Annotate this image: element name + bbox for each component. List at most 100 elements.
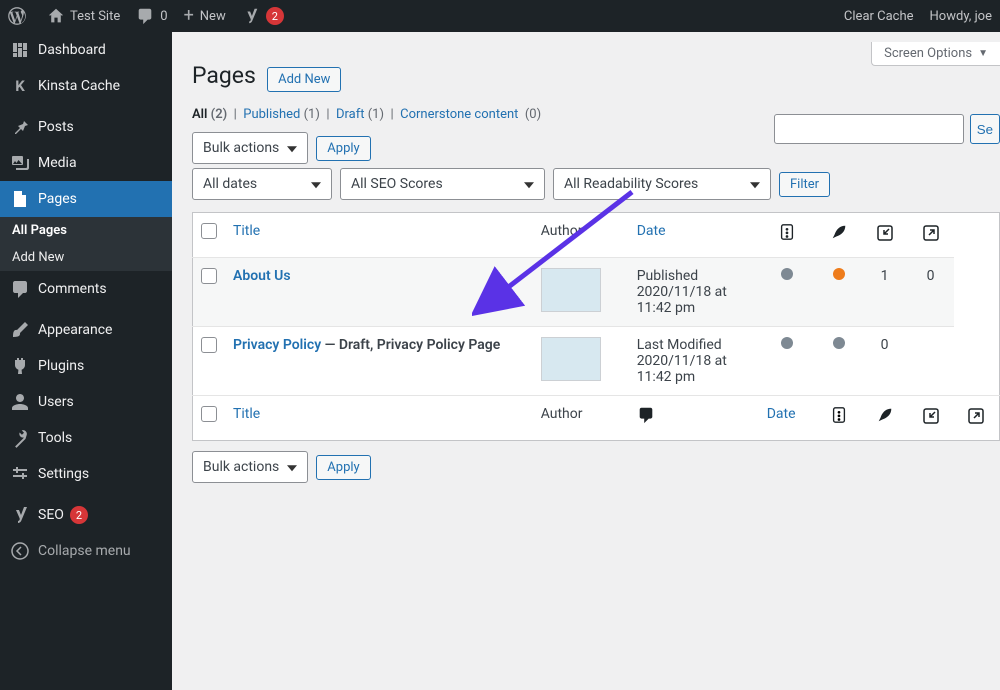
col-seo	[816, 213, 862, 258]
bulk-actions-select-bottom[interactable]: Bulk actions	[192, 451, 308, 483]
pages-table: Title Author Date About Us Published 202…	[192, 212, 1000, 441]
incoming-count: 0	[862, 327, 908, 396]
col-readability	[759, 213, 816, 258]
outgoing-links-icon	[921, 223, 941, 243]
row-title-link[interactable]: About Us	[233, 268, 291, 284]
table-row: Privacy Policy — Draft, Privacy Policy P…	[193, 327, 1000, 396]
outgoing-count: 0	[908, 258, 954, 327]
menu-dashboard-label: Dashboard	[38, 42, 106, 58]
comments-count: 0	[160, 9, 167, 24]
author-avatar	[541, 268, 601, 312]
menu-plugins[interactable]: Plugins	[0, 348, 172, 384]
menu-users[interactable]: Users	[0, 384, 172, 420]
plugin-icon	[10, 356, 30, 376]
submenu-add-new[interactable]: Add New	[0, 244, 172, 271]
yoast-icon	[242, 7, 260, 25]
dates-select[interactable]: All dates	[192, 168, 332, 200]
view-draft[interactable]: Draft (1)	[336, 107, 384, 122]
menu-collapse-label: Collapse menu	[38, 543, 131, 559]
col-title[interactable]: Title	[225, 213, 533, 258]
col-outgoing-links	[908, 213, 954, 258]
view-all[interactable]: All (2)	[192, 107, 227, 122]
feather-icon	[830, 223, 848, 241]
screen-options-label: Screen Options	[884, 46, 972, 61]
apply-button-bottom[interactable]: Apply	[316, 455, 370, 480]
page-icon	[10, 189, 30, 209]
menu-posts-label: Posts	[38, 119, 74, 135]
menu-kinsta[interactable]: K Kinsta Cache	[0, 68, 172, 104]
search-button[interactable]: Se	[970, 114, 1000, 144]
new-label: New	[200, 9, 226, 24]
submenu-all-pages[interactable]: All Pages	[0, 217, 172, 244]
filter-button[interactable]: Filter	[779, 172, 830, 197]
menu-tools[interactable]: Tools	[0, 420, 172, 456]
outgoing-count	[908, 327, 954, 396]
new-content-link[interactable]: + New	[176, 0, 234, 32]
incoming-links-icon	[875, 223, 895, 243]
apply-button-top[interactable]: Apply	[316, 136, 370, 161]
menu-pages[interactable]: Pages	[0, 181, 172, 217]
author-avatar	[541, 337, 601, 381]
view-cornerstone[interactable]: Cornerstone content (0)	[400, 107, 541, 122]
add-new-button[interactable]: Add New	[267, 67, 341, 92]
col-date[interactable]: Date	[629, 213, 759, 258]
row-checkbox[interactable]	[201, 337, 217, 353]
seo-scores-select[interactable]: All SEO Scores	[340, 168, 545, 200]
view-published[interactable]: Published (1)	[243, 107, 320, 122]
menu-settings[interactable]: Settings	[0, 456, 172, 492]
submenu-all-pages-label: All Pages	[12, 223, 67, 238]
site-name-label: Test Site	[70, 9, 120, 24]
menu-collapse[interactable]: Collapse menu	[0, 533, 172, 569]
menu-plugins-label: Plugins	[38, 358, 84, 374]
comments-link[interactable]: 0	[128, 0, 175, 32]
menu-dashboard[interactable]: Dashboard	[0, 32, 172, 68]
yoast-menu-icon	[10, 505, 30, 525]
menu-media[interactable]: Media	[0, 145, 172, 181]
wp-logo[interactable]	[0, 0, 40, 32]
plus-icon: +	[184, 7, 194, 25]
submenu-add-new-label: Add New	[12, 250, 64, 265]
site-name-link[interactable]: Test Site	[40, 0, 128, 32]
row-checkbox[interactable]	[201, 268, 217, 284]
screen-options-toggle[interactable]: Screen Options ▼	[871, 42, 1000, 66]
content-area: Screen Options ▼ Pages Add New Se All (2…	[172, 32, 1000, 690]
col-author-footer: Author	[533, 396, 629, 441]
table-row: About Us Published 2020/11/18 at 11:42 p…	[193, 258, 1000, 327]
seo-indicator	[833, 268, 845, 280]
row-post-state: — Draft, Privacy Policy Page	[321, 337, 500, 353]
seo-badge: 2	[70, 506, 88, 524]
menu-seo[interactable]: SEO 2	[0, 497, 172, 533]
menu-media-label: Media	[38, 155, 77, 171]
col-author: Author	[533, 213, 629, 258]
col-title-footer[interactable]: Title	[225, 396, 533, 441]
wordpress-icon	[8, 7, 26, 25]
select-all-checkbox-footer[interactable]	[201, 406, 217, 422]
caret-down-icon: ▼	[978, 48, 988, 59]
menu-posts[interactable]: Posts	[0, 109, 172, 145]
menu-tools-label: Tools	[38, 430, 72, 446]
menu-comments-label: Comments	[38, 281, 107, 297]
readability-select[interactable]: All Readability Scores	[553, 168, 771, 200]
select-all-checkbox[interactable]	[201, 223, 217, 239]
howdy-link[interactable]: Howdy, joe	[922, 0, 1000, 32]
search-input[interactable]	[774, 114, 964, 144]
clear-cache-link[interactable]: Clear Cache	[836, 0, 922, 32]
col-incoming-links	[862, 213, 908, 258]
comment-icon	[136, 7, 154, 25]
comment-bubble-icon	[637, 406, 655, 424]
menu-appearance[interactable]: Appearance	[0, 312, 172, 348]
sliders-icon	[10, 464, 30, 484]
bulk-actions-select[interactable]: Bulk actions	[192, 132, 308, 164]
menu-users-label: Users	[38, 394, 74, 410]
page-heading: Pages	[192, 62, 256, 89]
collapse-icon	[10, 541, 30, 561]
menu-pages-label: Pages	[38, 191, 77, 207]
row-title-link[interactable]: Privacy Policy	[233, 337, 321, 353]
pin-icon	[10, 117, 30, 137]
yoast-link[interactable]: 2	[234, 0, 292, 32]
menu-comments[interactable]: Comments	[0, 271, 172, 307]
admin-bar: Test Site 0 + New 2 Clear Cache Howdy, j…	[0, 0, 1000, 32]
feather-icon	[876, 406, 894, 424]
menu-settings-label: Settings	[38, 466, 89, 482]
col-date-footer[interactable]: Date	[759, 396, 816, 441]
